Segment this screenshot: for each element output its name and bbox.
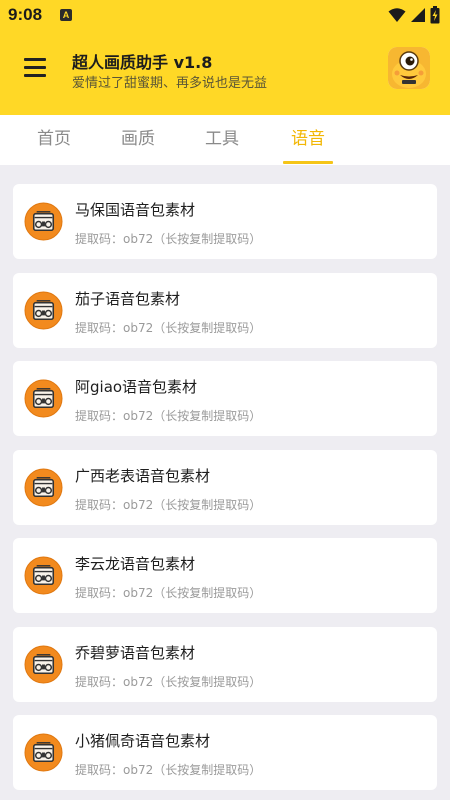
- wifi-icon: [388, 8, 406, 22]
- item-title: 李云龙语音包素材: [75, 555, 196, 573]
- app-subtitle: 爱情过了甜蜜期、再多说也是无益: [72, 76, 268, 91]
- notification-icon: A: [60, 9, 72, 21]
- status-icons: [388, 6, 440, 24]
- item-title: 乔碧萝语音包素材: [75, 643, 196, 662]
- menu-button[interactable]: [22, 54, 50, 80]
- item-title: 马保国语音包素材: [75, 201, 196, 219]
- battery-icon: [430, 6, 440, 24]
- signal-icon: [411, 8, 425, 22]
- item-extract-code: 提取码：ob72（长按复制提取码）: [75, 320, 262, 335]
- item-title: 广西老表语音包素材: [75, 466, 211, 485]
- item-extract-code: 提取码：ob72（长按复制提取码）: [75, 232, 262, 246]
- item-extract-code: 提取码：ob72（长按复制提取码）: [75, 674, 262, 689]
- app-header: 9:08 A 超人画质助手 v1.8 爱情过了甜蜜期、再多说也是无益: [0, 0, 450, 115]
- list-item[interactable]: 马保国语音包素材 提取码：ob72（长按复制提取码）: [13, 184, 437, 259]
- item-extract-code: 提取码：ob72（长按复制提取码）: [75, 763, 262, 777]
- list-item[interactable]: 广西老表语音包素材 提取码：ob72（长按复制提取码）: [13, 449, 437, 525]
- yellow-monster-avatar-icon: [388, 47, 430, 89]
- radio-icon: [24, 290, 63, 330]
- app-title: 超人画质助手 v1.8: [72, 53, 213, 72]
- radio-icon: [24, 202, 63, 241]
- item-title: 阿giao语音包素材: [75, 378, 198, 396]
- item-extract-code: 提取码：ob72（长按复制提取码）: [75, 409, 262, 423]
- item-title: 小猪佩奇语音包素材: [75, 732, 211, 750]
- tab-voice[interactable]: 语音: [286, 115, 330, 165]
- item-extract-code: 提取码：ob72（长按复制提取码）: [75, 586, 262, 600]
- tab-indicator: [283, 161, 333, 164]
- avatar-button[interactable]: [388, 47, 430, 89]
- status-bar: 9:08 A: [0, 0, 450, 30]
- tab-tools[interactable]: 工具: [200, 115, 244, 165]
- radio-icon: [24, 379, 63, 418]
- hamburger-menu-icon: [24, 58, 46, 61]
- radio-icon: [24, 644, 63, 684]
- item-title: 茄子语音包素材: [75, 289, 181, 308]
- list-item[interactable]: 李云龙语音包素材 提取码：ob72（长按复制提取码）: [13, 538, 437, 613]
- radio-icon: [24, 467, 63, 507]
- radio-icon: [24, 556, 63, 595]
- tab-bar: 首页 画质 工具 语音: [0, 115, 450, 165]
- radio-icon: [24, 733, 63, 772]
- list-item[interactable]: 乔碧萝语音包素材 提取码：ob72（长按复制提取码）: [13, 626, 437, 702]
- item-extract-code: 提取码：ob72（长按复制提取码）: [75, 497, 262, 512]
- list-item[interactable]: 茄子语音包素材 提取码：ob72（长按复制提取码）: [13, 272, 437, 348]
- tab-home[interactable]: 首页: [32, 115, 76, 165]
- tab-quality[interactable]: 画质: [116, 115, 160, 165]
- list-item[interactable]: 阿giao语音包素材 提取码：ob72（长按复制提取码）: [13, 361, 437, 436]
- list-item[interactable]: 小猪佩奇语音包素材 提取码：ob72（长按复制提取码）: [13, 715, 437, 790]
- status-time: 9:08: [8, 5, 43, 24]
